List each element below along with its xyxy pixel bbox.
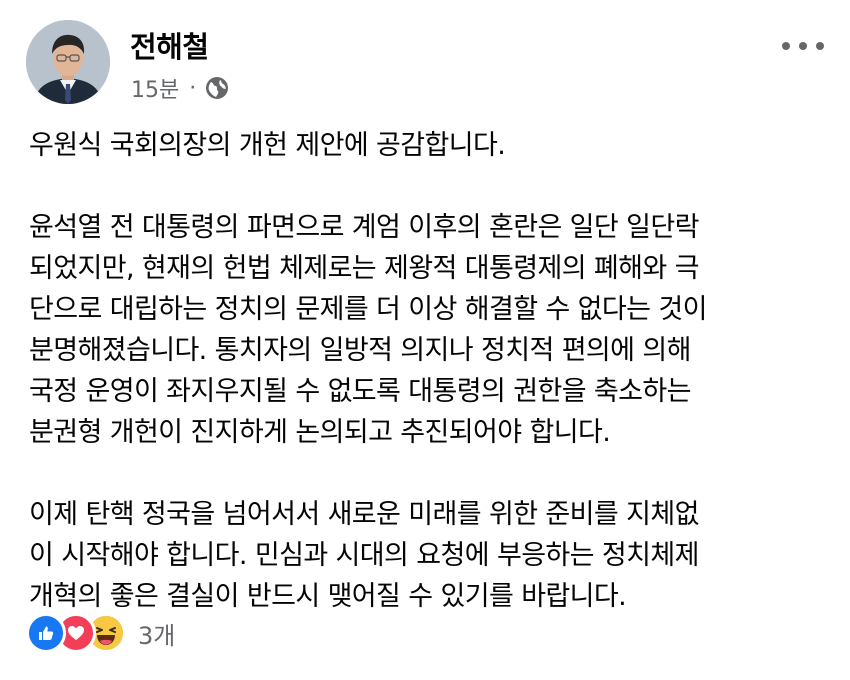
- avatar-photo: [26, 20, 110, 104]
- author-name[interactable]: 전해철: [130, 24, 209, 66]
- more-horizontal-icon-dot: [816, 42, 824, 50]
- post-paragraph: 이제 탄핵 정국을 넘어서서 새로운 미래를 위한 준비를 지체없 이 시작해야…: [29, 494, 829, 617]
- author-avatar[interactable]: [26, 20, 110, 104]
- globe-icon[interactable]: [204, 75, 230, 101]
- like-icon: [26, 613, 66, 653]
- post-line: 분명해졌습니다. 통치자의 일방적 의지나 정치적 편의에 의해: [29, 335, 691, 366]
- post-paragraph: 윤석열 전 대통령의 파면으로 계엄 이후의 혼란은 일단 일단락 되었지만, …: [29, 207, 829, 453]
- meta-separator: ·: [189, 75, 197, 101]
- post-line: 윤석열 전 대통령의 파면으로 계엄 이후의 혼란은 일단 일단락: [29, 212, 699, 243]
- more-horizontal-icon-dot: [799, 42, 807, 50]
- reaction-count[interactable]: 3개: [138, 616, 175, 651]
- post-line: 국정 운영이 좌지우지될 수 없도록 대통령의 권한을 축소하는: [29, 376, 691, 407]
- more-options-button[interactable]: [782, 36, 824, 56]
- post-line: 이제 탄핵 정국을 넘어서서 새로운 미래를 위한 준비를 지체없: [29, 499, 699, 530]
- post-meta: 15분 ·: [131, 72, 230, 104]
- more-horizontal-icon-dot: [782, 42, 790, 50]
- post-body: 우원식 국회의장의 개헌 제안에 공감합니다. 윤석열 전 대통령의 파면으로 …: [29, 125, 829, 658]
- post-line: 단으로 대립하는 정치의 문제를 더 이상 해결할 수 없다는 것이: [29, 294, 707, 325]
- reactions-summary[interactable]: 3개: [26, 613, 175, 653]
- post-line: 이 시작해야 합니다. 민심과 시대의 요청에 부응하는 정치체제: [29, 540, 699, 571]
- post-header: 전해철 15분 ·: [0, 0, 850, 120]
- post-line: 분권형 개헌이 진지하게 논의되고 추진되어야 합니다.: [29, 417, 611, 448]
- post-timestamp[interactable]: 15분: [131, 72, 179, 104]
- post-line: 개혁의 좋은 결실이 반드시 맺어질 수 있기를 바랍니다.: [29, 581, 627, 612]
- post-line: 되었지만, 현재의 헌법 체제로는 제왕적 대통령제의 폐해와 극: [29, 253, 699, 284]
- post-paragraph: 우원식 국회의장의 개헌 제안에 공감합니다.: [29, 125, 829, 166]
- post-line: 우원식 국회의장의 개헌 제안에 공감합니다.: [29, 130, 506, 161]
